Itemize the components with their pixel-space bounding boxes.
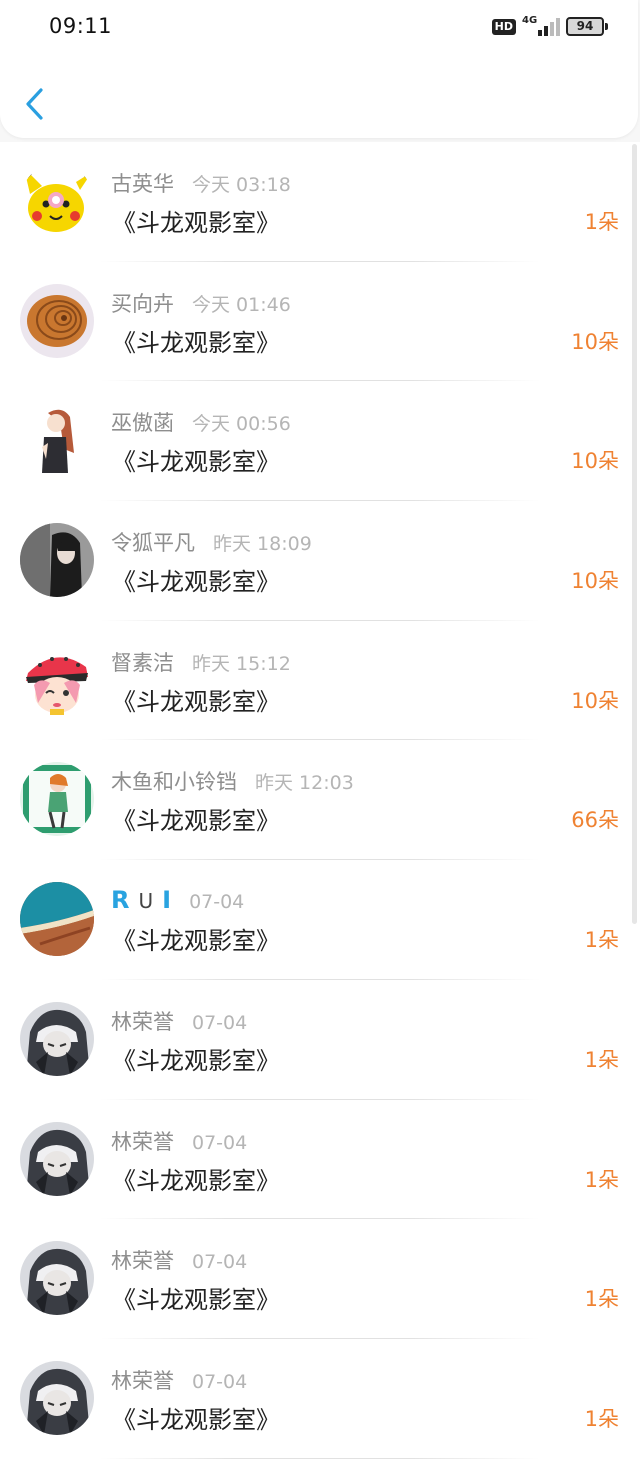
flower-count: 10朵: [571, 688, 619, 713]
sender-name: 古英华 今天 03:18: [111, 172, 291, 196]
item-title: 《斗龙观影室》: [112, 448, 280, 477]
item-title: 《斗龙观影室》: [112, 807, 280, 836]
battery-level: 94: [566, 17, 604, 36]
item-title: 《斗龙观影室》: [112, 1405, 280, 1434]
list-item[interactable]: 买向卉 今天 01:46 《斗龙观影室》 10朵: [0, 261, 640, 382]
hd-icon: HD: [491, 18, 516, 35]
sender-name: 买向卉 今天 01:46: [111, 291, 291, 316]
timestamp: 今天 01:46: [192, 293, 291, 316]
scrollbar[interactable]: [632, 144, 637, 924]
list-item[interactable]: 令狐平凡 昨天 18:09 《斗龙观影室》 10朵: [0, 501, 640, 621]
timestamp: 07-04: [192, 1011, 248, 1034]
list-item[interactable]: 木鱼和小铃铛 昨天 12:03 《斗龙观影室》 66朵: [0, 740, 640, 861]
item-title: 《斗龙观影室》: [112, 328, 280, 357]
item-title: 《斗龙观影室》: [112, 209, 280, 237]
status-time: 09:11: [49, 14, 113, 38]
flower-count: 1朵: [584, 928, 619, 953]
flower-count: 1朵: [584, 1047, 619, 1072]
flower-count: 10朵: [571, 449, 619, 474]
cartoon-cap-avatar: [20, 642, 94, 717]
signal-icon: 4G: [522, 14, 560, 36]
list-item[interactable]: 林荣誉 07-04 《斗龙观影室》 1朵: [0, 1338, 640, 1459]
pikachu-avatar: [20, 164, 94, 238]
sender-name: 督素洁 昨天 15:12: [111, 650, 291, 675]
dark-anime-avatar: [20, 1241, 94, 1316]
chevron-left-icon[interactable]: [22, 86, 48, 122]
timestamp: 07-04: [192, 1370, 248, 1393]
list-item[interactable]: R U I 07-04 《斗龙观影室》 1朵: [0, 860, 640, 980]
dark-anime-avatar: [20, 1360, 94, 1435]
sender-name: 木鱼和小铃铛 昨天 12:03: [111, 770, 354, 795]
list-item[interactable]: 督素洁 昨天 15:12 《斗龙观影室》 10朵: [0, 620, 640, 741]
list-item[interactable]: 林荣誉 07-04 《斗龙观影室》 1朵: [0, 1219, 640, 1339]
sender-name: 令狐平凡 昨天 18:09: [111, 531, 312, 556]
flower-count: 10朵: [571, 329, 619, 354]
battery-icon: 94: [566, 17, 608, 36]
item-title: 《斗龙观影室》: [112, 568, 280, 597]
header: 09:11 HD 4G 94: [0, 0, 638, 138]
green-anime-avatar: [20, 762, 94, 837]
sender-name: 林荣誉 07-04: [111, 1368, 248, 1393]
item-title: 《斗龙观影室》: [112, 1286, 280, 1315]
timestamp: 07-04: [189, 891, 245, 914]
flower-count: 1朵: [584, 1406, 619, 1431]
list-item[interactable]: 林荣誉 07-04 《斗龙观影室》 1朵: [0, 979, 640, 1100]
flower-count: 1朵: [584, 1287, 619, 1312]
flower-count: 10朵: [571, 569, 619, 594]
anime-girl-avatar: [20, 403, 94, 478]
sender-name: 林荣誉 07-04: [111, 1249, 248, 1274]
sender-name: R U I 07-04: [111, 886, 244, 914]
beach-aerial-avatar: [20, 882, 94, 957]
timestamp: 今天 03:18: [192, 174, 291, 196]
timestamp: 07-04: [192, 1131, 248, 1154]
item-title: 《斗龙观影室》: [112, 1046, 280, 1075]
seashell-avatar: [20, 283, 94, 358]
flower-count: 66朵: [571, 808, 619, 833]
name-letter-u: U: [138, 889, 154, 914]
sender-name: 林荣誉 07-04: [111, 1129, 248, 1154]
gift-list: 古英华 今天 03:18 《斗龙观影室》 1朵 买向卉 今天 01:46 《斗龙观影…: [0, 142, 640, 1459]
flower-count: 1朵: [584, 1167, 619, 1192]
photo-girl-avatar: [20, 523, 94, 598]
timestamp: 今天 00:56: [192, 413, 291, 436]
sender-name: 巫傲菡 今天 00:56: [111, 411, 291, 436]
name-letter-r: R: [111, 886, 130, 915]
item-title: 《斗龙观影室》: [112, 687, 280, 716]
list-item[interactable]: 古英华 今天 03:18 《斗龙观影室》 1朵: [0, 142, 640, 262]
name-letter-i: I: [162, 886, 172, 915]
sender-name: 林荣誉 07-04: [111, 1009, 248, 1034]
list-item[interactable]: 林荣誉 07-04 《斗龙观影室》 1朵: [0, 1099, 640, 1220]
status-icons: HD 4G 94: [491, 14, 608, 36]
timestamp: 07-04: [192, 1251, 248, 1274]
dark-anime-avatar: [20, 1121, 94, 1196]
timestamp: 昨天 12:03: [255, 772, 354, 795]
network-label: 4G: [522, 14, 538, 26]
item-title: 《斗龙观影室》: [112, 927, 280, 956]
timestamp: 昨天 18:09: [213, 533, 312, 556]
item-title: 《斗龙观影室》: [112, 1166, 280, 1195]
list-item[interactable]: 巫傲菡 今天 00:56 《斗龙观影室》 10朵: [0, 381, 640, 502]
flower-count: 1朵: [584, 210, 619, 234]
timestamp: 昨天 15:12: [192, 652, 291, 675]
dark-anime-avatar: [20, 1001, 94, 1076]
